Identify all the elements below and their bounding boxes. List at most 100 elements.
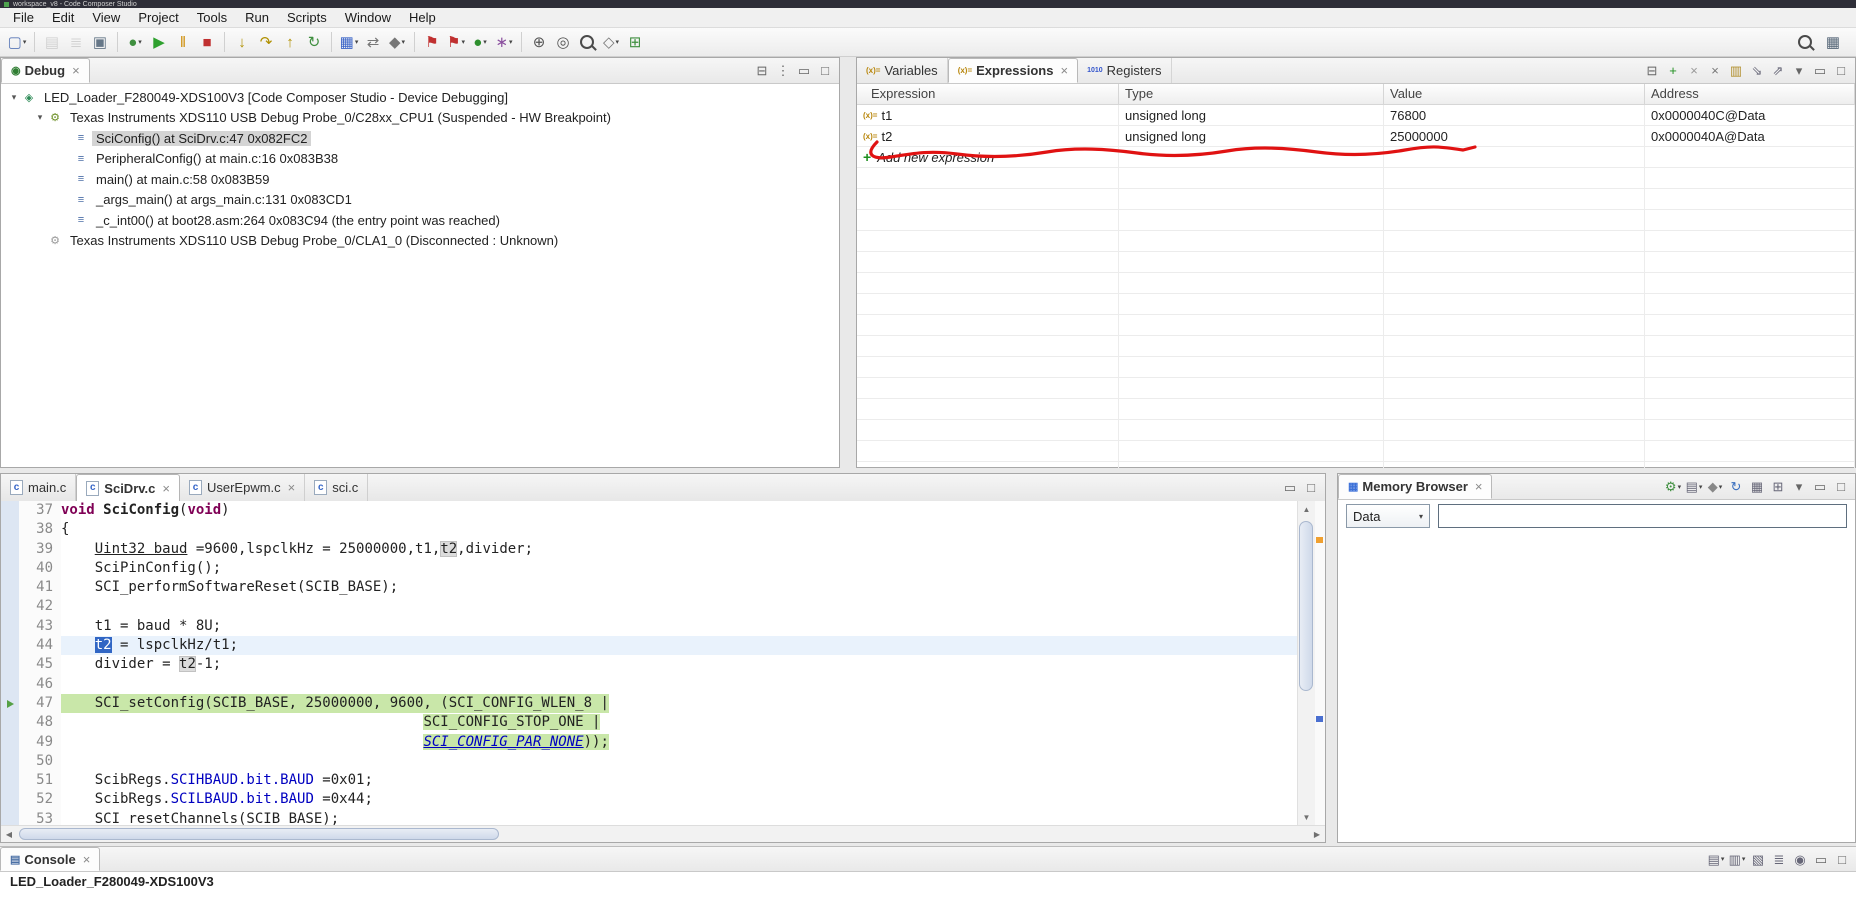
breakpoint-margin[interactable] <box>1 694 19 713</box>
minimize-icon[interactable]: ▭ <box>794 61 814 81</box>
close-icon[interactable]: × <box>72 63 80 78</box>
breakpoints-icon[interactable]: ⚑▾ <box>445 31 467 53</box>
close-icon[interactable]: × <box>83 852 91 867</box>
scroll-down-icon[interactable]: ▼ <box>1298 809 1315 825</box>
show-columns-icon[interactable]: ▥ <box>1726 61 1746 81</box>
link-editor-icon[interactable]: ⇄ <box>362 31 384 53</box>
maximize-icon[interactable]: □ <box>1832 849 1852 869</box>
go-to-address-icon[interactable]: ◆▾ <box>1705 477 1725 497</box>
cla1-thread-row[interactable]: ⚙Texas Instruments XDS110 USB Debug Prob… <box>1 231 839 252</box>
minimize-icon[interactable]: ▭ <box>1811 849 1831 869</box>
scroll-left-icon[interactable]: ◀ <box>1 826 17 842</box>
maximize-icon[interactable]: □ <box>1831 61 1851 81</box>
breakpoint-margin[interactable] <box>1 733 19 752</box>
code-line-50[interactable]: 50 <box>1 752 1298 771</box>
occurrence-marker[interactable] <box>1316 537 1323 543</box>
breakpoint-margin[interactable] <box>1 771 19 790</box>
vertical-scrollbar[interactable]: ▲ ▼ <box>1297 501 1315 825</box>
debug-launch-icon[interactable]: ●▾ <box>124 31 146 53</box>
quick-search-icon[interactable] <box>1794 31 1816 53</box>
terminal-icon[interactable]: ▣ <box>89 31 111 53</box>
expander-icon[interactable]: ▾ <box>7 92 21 103</box>
new-window-icon[interactable]: ⊞ <box>1768 477 1788 497</box>
memory-view-icon[interactable]: ◆▾ <box>386 31 408 53</box>
menu-view[interactable]: View <box>83 10 129 25</box>
menu-file[interactable]: File <box>4 10 43 25</box>
breakpoint-margin[interactable] <box>1 810 19 825</box>
breakpoint-margin[interactable] <box>1 655 19 674</box>
tab-console[interactable]: ▤ Console × <box>0 847 100 871</box>
breakpoint-margin[interactable] <box>1 636 19 655</box>
menu-help[interactable]: Help <box>400 10 445 25</box>
vertical-sash[interactable] <box>1326 473 1337 843</box>
column-header-type[interactable]: Type <box>1119 84 1384 105</box>
column-header-address[interactable]: Address <box>1645 84 1855 105</box>
menu-window[interactable]: Window <box>336 10 400 25</box>
breakpoint-margin[interactable] <box>1 578 19 597</box>
breakpoint-margin[interactable] <box>1 752 19 771</box>
perspective-icon[interactable]: ▦ <box>1822 31 1844 53</box>
new-tab-icon[interactable]: ▤▾ <box>1684 477 1704 497</box>
expander-icon[interactable]: ▾ <box>33 112 47 123</box>
breakpoint-margin[interactable] <box>1 540 19 559</box>
minimize-icon[interactable]: ▭ <box>1810 477 1830 497</box>
cell-expression[interactable]: (x)=t2 <box>857 126 1119 146</box>
run-launch-icon[interactable]: ●▾ <box>469 31 491 53</box>
breakpoint-margin[interactable] <box>1 790 19 809</box>
close-icon[interactable]: × <box>1475 479 1483 494</box>
refresh-icon[interactable]: ↻ <box>1726 477 1746 497</box>
minimize-icon[interactable]: ▭ <box>1810 61 1830 81</box>
memory-address-input[interactable] <box>1438 504 1847 528</box>
vertical-sash[interactable] <box>840 57 856 468</box>
open-element-icon[interactable]: ⊞ <box>624 31 646 53</box>
menu-run[interactable]: Run <box>236 10 278 25</box>
minimize-icon[interactable]: ▭ <box>1280 478 1300 498</box>
memory-format-select[interactable]: Data ▾ <box>1346 504 1430 528</box>
tab-debug[interactable]: ◉ Debug × <box>1 58 90 83</box>
tab-registers[interactable]: 1010Registers <box>1078 58 1172 83</box>
remove-all-icon[interactable]: × <box>1705 61 1725 81</box>
cell-expression[interactable]: (x)=t1 <box>857 105 1119 125</box>
menu-tools[interactable]: Tools <box>188 10 236 25</box>
tab-variables[interactable]: (x)=Variables <box>857 58 948 83</box>
cell-value[interactable]: 76800 <box>1384 105 1645 125</box>
frame-sciconfig-row[interactable]: ≡SciConfig() at SciDrv.c:47 0x082FC2 <box>1 128 839 149</box>
target-config-icon[interactable]: ◎ <box>552 31 574 53</box>
frame-c-int00-row[interactable]: ≡_c_int00() at boot28.asm:264 0x083C94 (… <box>1 210 839 231</box>
step-into-icon[interactable]: ↓ <box>231 31 253 53</box>
scrollbar-thumb[interactable] <box>1299 521 1313 691</box>
cell-value[interactable]: 25000000 <box>1384 126 1645 146</box>
code-line-45[interactable]: 45 divider = t2-1; <box>1 655 1298 674</box>
menu-scripts[interactable]: Scripts <box>278 10 336 25</box>
overview-ruler[interactable] <box>1315 501 1325 825</box>
code-line-49[interactable]: 49 SCI_CONFIG_PAR_NONE)); <box>1 733 1298 752</box>
profile-launch-icon[interactable]: ∗▾ <box>493 31 515 53</box>
code-line-38[interactable]: 38{ <box>1 520 1298 539</box>
code-line-46[interactable]: 46 <box>1 675 1298 694</box>
frame-peripheralconfig-row[interactable]: ≡PeripheralConfig() at main.c:16 0x083B3… <box>1 149 839 170</box>
editor-tab-SciDrv-c[interactable]: cSciDrv.c× <box>76 474 180 501</box>
expression-row-t1[interactable]: (x)=t1unsigned long768000x0000040C@Data <box>857 105 1855 126</box>
code-line-43[interactable]: 43 t1 = baud * 8U; <box>1 617 1298 636</box>
code-editor[interactable]: 37void SciConfig(void)38{39 Uint32 baud … <box>1 501 1298 825</box>
step-over-icon[interactable]: ↷ <box>255 31 277 53</box>
scroll-right-icon[interactable]: ▶ <box>1309 826 1325 842</box>
step-return-icon[interactable]: ↑ <box>279 31 301 53</box>
restart-icon[interactable]: ↻ <box>303 31 325 53</box>
remove-expression-icon[interactable]: × <box>1684 61 1704 81</box>
close-icon[interactable]: × <box>288 480 296 495</box>
editor-tab-UserEpwm-c[interactable]: cUserEpwm.c× <box>180 474 305 501</box>
display-selected-icon[interactable]: ▥▾ <box>1727 849 1747 869</box>
save-icon[interactable]: ▤ <box>41 31 63 53</box>
breakpoint-margin[interactable] <box>1 597 19 616</box>
breakpoint-margin[interactable] <box>1 675 19 694</box>
editor-tab-sci-c[interactable]: csci.c <box>305 474 368 501</box>
code-line-37[interactable]: 37void SciConfig(void) <box>1 501 1298 520</box>
tab-expressions[interactable]: (x)=Expressions× <box>948 58 1078 83</box>
save-all-icon[interactable]: ≣ <box>65 31 87 53</box>
resume-icon[interactable]: ▶ <box>148 31 170 53</box>
edit-marker-icon[interactable]: ◇▾ <box>600 31 622 53</box>
column-header-expression[interactable]: Expression <box>857 84 1119 105</box>
scrollbar-thumb[interactable] <box>19 828 499 840</box>
menu-project[interactable]: Project <box>129 10 187 25</box>
